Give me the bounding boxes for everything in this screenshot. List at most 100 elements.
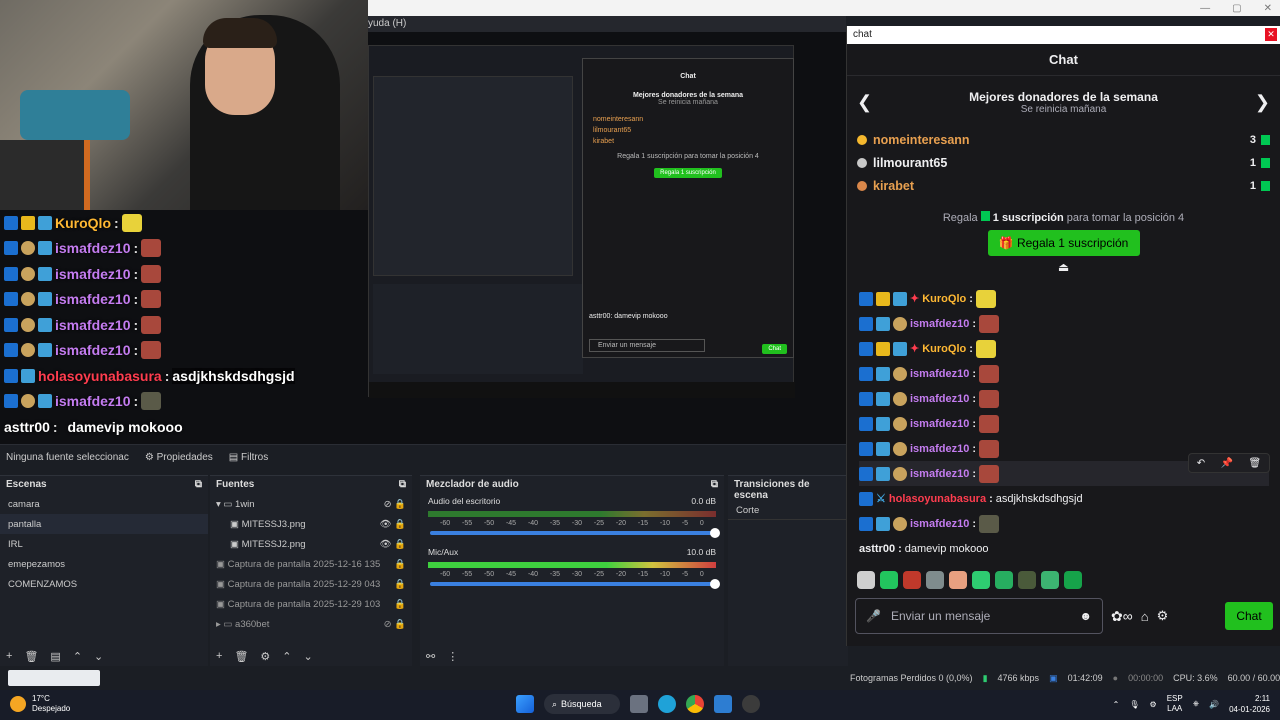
volume-icon[interactable]: 🔊 [1209,700,1219,709]
chat-user[interactable]: ismafdez10 [910,443,969,455]
emote-icon[interactable] [1018,571,1036,589]
down-icon[interactable]: ⌄ [304,650,313,663]
emote-icon[interactable] [949,571,967,589]
store-icon[interactable]: ⌂ [1141,609,1149,624]
down-icon[interactable]: ⌄ [94,650,103,663]
chat-user[interactable]: holasoyunabasura [889,493,986,505]
chevron-up-icon[interactable]: ⌃ [1113,700,1120,709]
gift-sub-button[interactable]: 🎁 Regala 1 suscripción [987,230,1140,256]
microphone-icon[interactable]: 🎙 [1129,700,1139,709]
visibility-icon[interactable]: 👁 🔒 [379,539,406,550]
chat-user[interactable]: ismafdez10 [910,418,969,430]
close-icon[interactable]: ✕ [1265,28,1277,41]
visibility-icon[interactable]: 🔒 [394,599,406,610]
chat-user[interactable]: ismafdez10 [910,368,969,380]
chevron-right-icon[interactable]: ❯ [1255,92,1270,113]
chevron-left-icon[interactable]: ❮ [857,92,872,113]
reply-icon[interactable]: ↶ [1197,458,1205,469]
chat-user[interactable]: ismafdez10 [910,393,969,405]
edge-icon[interactable] [658,695,676,713]
close-icon[interactable]: ✕ [1264,3,1272,14]
add-icon[interactable]: + [6,650,12,662]
windows-start-icon[interactable] [516,695,534,713]
dock-menu-icon[interactable]: ⧉ [711,479,718,491]
collapse-icon[interactable]: ⏏ [847,260,1280,274]
volume-slider[interactable] [430,528,720,538]
scene-item[interactable]: camara [0,494,208,514]
volume-slider[interactable] [430,579,720,589]
weather-widget[interactable]: 17°C Despejado [10,694,70,714]
trash-icon[interactable]: 🗑 [24,650,38,663]
emote-icon[interactable] [972,571,990,589]
source-item[interactable]: ▣ Captura de pantalla 2025-12-29 103 🔒 [210,594,412,614]
system-tray: ⌃ 🎙 ⚙ ESP LAA ⎈ 🔊 2:11 04-01-2026 [1113,693,1270,715]
task-view-icon[interactable] [630,695,648,713]
dock-menu-icon[interactable]: ⧉ [399,479,406,491]
chat-user[interactable]: KuroQlo [922,293,966,305]
chat-user[interactable]: ismafdez10 [910,518,969,530]
filters-button[interactable]: ▤ Filtros [229,452,268,463]
link-icon[interactable]: ⚯ [426,650,435,663]
scene-item[interactable]: IRL [0,534,208,554]
network-icon[interactable]: ⎈ [1193,699,1199,709]
source-item[interactable]: ▸ ▭ a360bet ⊘ 🔒 [210,614,412,634]
chat-user[interactable]: ismafdez10 [910,468,969,480]
chat-input[interactable]: 🎤 Enviar un mensaje ☻ [855,598,1103,634]
leaderboard-row[interactable]: nomeinteresann 3 [847,128,1280,151]
chrome-icon[interactable] [686,695,704,713]
visibility-icon[interactable]: 👁 🔒 [379,519,406,530]
chat-user[interactable]: KuroQlo [922,343,966,355]
emote-icon[interactable] [1041,571,1059,589]
up-icon[interactable]: ⌃ [73,650,82,663]
source-item[interactable]: ▣ MITESSJ2.png 👁 🔒 [210,534,412,554]
leaderboard-row[interactable]: lilmourant65 1 [847,151,1280,174]
obs-icon[interactable] [742,695,760,713]
source-item[interactable]: ▾ ▭ 1win ⊘ 🔒 [210,494,412,514]
notepad-icon[interactable] [714,695,732,713]
emoji-icon[interactable]: ☻ [1079,609,1092,623]
chat-user[interactable]: ismafdez10 [910,318,969,330]
steam-icon[interactable]: ⚙ [1150,700,1157,709]
minimize-icon[interactable]: — [1200,3,1210,14]
fire-badge-icon: ✦ [910,293,920,305]
maximize-icon[interactable]: ▢ [1232,3,1241,14]
delete-icon[interactable]: 🗑 [1249,458,1262,469]
emote-icon[interactable] [880,571,898,589]
dock-menu-icon[interactable]: ⧉ [195,479,202,491]
add-icon[interactable]: + [216,650,222,662]
emote-icon[interactable] [903,571,921,589]
visibility-icon[interactable]: 🔒 [394,579,406,590]
donor-count: 1 [1249,179,1256,192]
scene-item[interactable]: emepezamos [0,554,208,574]
transition-select[interactable]: Corte [728,500,848,520]
gear-icon[interactable]: ⚙ [260,650,270,663]
chat-user[interactable]: asttr00 [859,543,895,555]
emote-icon[interactable] [926,571,944,589]
visibility-icon[interactable]: 🔒 [394,559,406,570]
chat-send-button[interactable]: Chat [1225,602,1273,630]
source-item[interactable]: ▣ MITESSJ3.png 👁 🔒 [210,514,412,534]
properties-button[interactable]: ⚙ Propiedades [145,452,213,463]
taskbar-search[interactable]: ⌕ Búsqueda [544,694,620,714]
microphone-icon[interactable]: 🎤 [866,609,881,623]
clock[interactable]: 2:11 04-01-2026 [1229,693,1270,715]
visibility-icon[interactable]: ⊘ 🔒 [384,499,406,510]
more-icon[interactable]: ⋮ [447,650,458,663]
filter-icon[interactable]: ▤ [50,650,60,663]
pin-icon[interactable]: 📌 [1221,458,1233,469]
menu-help[interactable]: yuda (H) [368,18,406,29]
bits-icon[interactable]: ✿∞ [1111,608,1133,625]
source-item[interactable]: ▣ Captura de pantalla 2025-12-16 135 🔒 [210,554,412,574]
emote-icon[interactable] [1064,571,1082,589]
source-item[interactable]: ▣ Captura de pantalla 2025-12-29 043 🔒 [210,574,412,594]
visibility-icon[interactable]: ⊘ 🔒 [384,619,406,630]
scene-item[interactable]: pantalla [0,514,208,534]
language-indicator[interactable]: ESP LAA [1167,694,1183,714]
up-icon[interactable]: ⌃ [282,650,291,663]
leaderboard-row[interactable]: kirabet 1 [847,174,1280,197]
scene-item[interactable]: COMENZAMOS [0,574,208,594]
gear-icon[interactable]: ⚙ [1157,608,1169,624]
trash-icon[interactable]: 🗑 [234,650,248,663]
emote-icon[interactable] [995,571,1013,589]
emote-icon[interactable] [857,571,875,589]
